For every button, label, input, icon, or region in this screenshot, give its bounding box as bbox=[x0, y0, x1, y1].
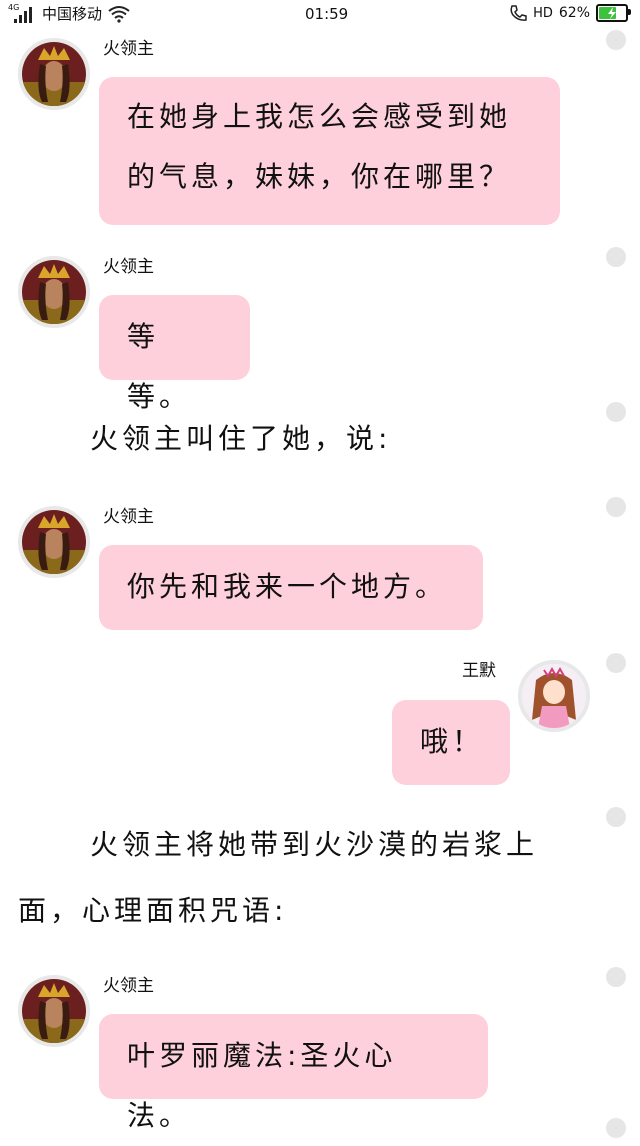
avatar-fire-lord[interactable] bbox=[18, 975, 90, 1047]
status-time: 01:59 bbox=[305, 5, 349, 23]
wifi-icon bbox=[108, 6, 130, 23]
battery-icon bbox=[596, 4, 631, 22]
hd-indicator: HD bbox=[533, 5, 553, 21]
narration-line: 面，心理面积咒语: bbox=[18, 894, 288, 927]
sender-name: 火领主 bbox=[103, 507, 154, 527]
message-line: 在她身上我怎么会感受到她 bbox=[127, 100, 512, 133]
avatar-fire-lord[interactable] bbox=[18, 256, 90, 328]
narration-line: 火领主将她带到火沙漠的岩浆上 bbox=[90, 828, 539, 861]
sender-name: 火领主 bbox=[103, 39, 154, 59]
sender-name: 火领主 bbox=[103, 976, 154, 996]
fire-lord-portrait-icon bbox=[22, 42, 86, 106]
message-line: 你先和我来一个地方。 bbox=[127, 570, 448, 603]
avatar-wang-mo[interactable] bbox=[518, 660, 590, 732]
network-type: 4G bbox=[8, 3, 20, 12]
message-bubble[interactable]: 哦！ bbox=[392, 700, 510, 785]
status-bar: 4G 中国移动 01:59 HD 62% bbox=[0, 0, 640, 30]
girl-portrait-icon bbox=[522, 664, 586, 728]
sender-name: 火领主 bbox=[103, 257, 154, 277]
avatar-fire-lord[interactable] bbox=[18, 506, 90, 578]
message-bubble[interactable]: 你先和我来一个地方。 bbox=[99, 545, 483, 630]
call-icon bbox=[510, 5, 527, 21]
fire-lord-portrait-icon bbox=[22, 510, 86, 574]
scroll-dot bbox=[606, 967, 626, 987]
scroll-dot bbox=[606, 30, 626, 50]
scroll-dot bbox=[606, 497, 626, 517]
charging-bolt-icon bbox=[608, 7, 616, 19]
signal-icon: 4G bbox=[8, 3, 36, 24]
scroll-dot bbox=[606, 807, 626, 827]
message-line: 叶罗丽魔法:圣火心法。 bbox=[127, 1039, 397, 1132]
scroll-dot bbox=[606, 1118, 626, 1138]
status-right: HD 62% bbox=[509, 4, 632, 22]
sender-name: 王默 bbox=[462, 661, 496, 681]
message-bubble[interactable]: 在她身上我怎么会感受到她 的气息，妹妹，你在哪里？ bbox=[99, 77, 560, 225]
scroll-dot bbox=[606, 653, 626, 673]
message-line: 哦！ bbox=[420, 725, 485, 758]
message-line: 的气息，妹妹，你在哪里？ bbox=[127, 160, 512, 193]
fire-lord-portrait-icon bbox=[22, 979, 86, 1043]
avatar-fire-lord[interactable] bbox=[18, 38, 90, 110]
scroll-dot bbox=[606, 247, 626, 267]
carrier-name: 中国移动 bbox=[42, 5, 103, 23]
message-bubble[interactable]: 等等。 bbox=[99, 295, 250, 413]
fire-lord-portrait-icon bbox=[22, 260, 86, 324]
narration-line: 火领主叫住了她，说: bbox=[90, 422, 392, 455]
scroll-dot bbox=[606, 402, 626, 422]
message-bubble[interactable]: 叶罗丽魔法:圣火心法。 bbox=[99, 1014, 488, 1132]
battery-percent: 62% bbox=[558, 5, 590, 21]
status-left: 4G 中国移动 bbox=[8, 3, 130, 24]
